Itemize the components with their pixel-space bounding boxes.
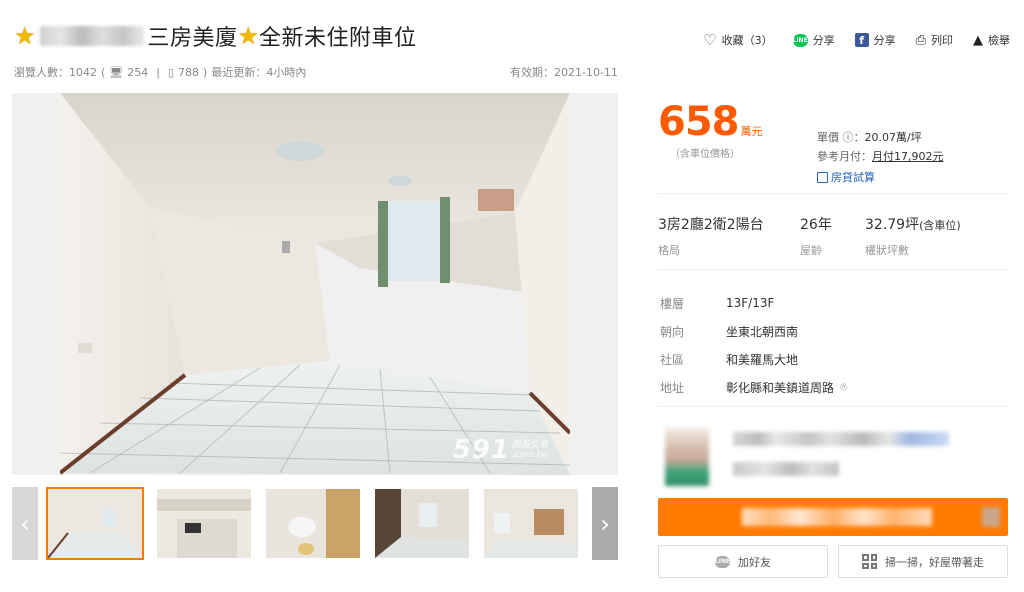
- title-tail: 全新未住附車位: [259, 26, 417, 51]
- thumbnail-image: [375, 489, 469, 558]
- thumbnail-2[interactable]: [155, 487, 253, 560]
- line-icon: LINE: [715, 555, 730, 568]
- print-label: 列印: [931, 34, 953, 47]
- thumbnail-image: [266, 489, 360, 558]
- heart-icon: ♡: [703, 31, 717, 49]
- price-note: （含車位價格）: [670, 149, 740, 160]
- thumbnail-image: [484, 489, 578, 558]
- expire-date: 有效期：2021-10-11: [510, 66, 618, 79]
- fact-age: 26年 屋齡: [800, 217, 832, 257]
- detail-floor: 樓層 13F/13F: [660, 296, 775, 311]
- listing-title: ★ 三房美廈 ★ 全新未住附車位: [14, 20, 417, 52]
- warning-icon: ▲: [973, 32, 983, 48]
- calculator-icon: [817, 172, 828, 183]
- thumbnail-5[interactable]: [482, 487, 580, 560]
- star-icon: ★: [237, 22, 260, 50]
- blurred-phone-number: [742, 508, 932, 526]
- detail-address: 地址 彰化縣和美鎮道周路 ⌾: [660, 379, 848, 395]
- star-icon: ★: [14, 22, 36, 50]
- printer-icon: ⎙: [915, 32, 926, 48]
- mobile-views: 788: [178, 65, 200, 79]
- fb-share-label: 分享: [873, 34, 896, 47]
- blurred-phone-icon: [982, 507, 1000, 527]
- facebook-share-button[interactable]: f 分享: [854, 32, 896, 48]
- chevron-left-icon: ‹: [20, 509, 30, 538]
- line-icon: LINE: [793, 33, 808, 47]
- loan-calculator-link[interactable]: 房貸試算: [817, 168, 944, 187]
- divider: [658, 406, 1008, 407]
- thumbnail-strip: ‹ ›: [12, 487, 618, 560]
- line-share-label: 分享: [812, 34, 835, 47]
- detail-community: 社區 和美羅馬大地: [660, 352, 799, 367]
- action-bar: ♡ 收藏（3） LINE 分享 f 分享 ⎙ 列印 ▲ 檢舉: [703, 31, 1010, 49]
- favorite-button[interactable]: ♡ 收藏（3）: [703, 31, 772, 49]
- main-photo[interactable]: 591 房屋交易 .com.tw: [12, 93, 618, 475]
- facebook-icon: f: [854, 33, 869, 47]
- report-label: 檢舉: [988, 34, 1010, 47]
- unit-price-block: 單價 ⓘ：20.07萬/坪 參考月付：月付17,902元 房貸試算: [817, 128, 944, 187]
- thumbnail-4[interactable]: [373, 487, 471, 560]
- line-share-button[interactable]: LINE 分享: [793, 32, 835, 48]
- key-facts: 3房2廳2衛2陽台 格局 26年 屋齡 32.79坪(含車位) 權狀坪數: [658, 214, 961, 258]
- blurred-agent-company: [733, 462, 839, 476]
- contact-phone-button[interactable]: [658, 498, 1008, 536]
- last-updated: 最近更新：4小時內: [211, 66, 307, 79]
- fact-area: 32.79坪(含車位) 權狀坪數: [865, 217, 961, 257]
- desktop-icon: 🖥: [109, 65, 124, 79]
- price-value: 658: [658, 99, 739, 145]
- add-friend-button[interactable]: LINE 加好友: [658, 545, 828, 578]
- detail-orientation: 朝向 坐東北朝西南: [660, 324, 799, 339]
- fact-layout: 3房2廳2衛2陽台 格局: [658, 217, 764, 257]
- brand-watermark: 591 房屋交易 .com.tw: [452, 435, 548, 465]
- thumbnail-1[interactable]: [46, 487, 144, 560]
- detail-list: 樓層 13F/13F 朝向 坐東北朝西南 社區 和美羅馬大地 地址 彰化縣和美鎮…: [660, 289, 847, 401]
- print-button[interactable]: ⎙ 列印: [916, 32, 953, 48]
- mobile-icon: ▯: [167, 65, 175, 79]
- chevron-right-icon: ›: [600, 509, 610, 538]
- unit-price: 20.07萬/坪: [864, 131, 922, 144]
- desktop-views: 254: [127, 65, 149, 79]
- agent-avatar: [665, 428, 709, 486]
- room-photo: [60, 93, 570, 475]
- thumbnail-image: [157, 489, 251, 558]
- blurred-agent-name: [733, 432, 949, 446]
- qr-code-icon: [862, 554, 877, 569]
- thumbnail-image: [48, 489, 142, 558]
- map-pin-icon[interactable]: ⌾: [840, 380, 847, 395]
- next-photo-button[interactable]: ›: [592, 487, 618, 560]
- scan-qr-button[interactable]: 掃一掃，好屋帶著走: [838, 545, 1008, 578]
- views-count: 瀏覽人數：1042: [14, 66, 97, 79]
- monthly-payment-link[interactable]: 月付17,902元: [872, 150, 944, 163]
- title-main: 三房美廈: [147, 26, 238, 51]
- price-block: 658 萬元 （含車位價格）: [658, 101, 763, 160]
- stats-divider: |: [156, 65, 160, 79]
- prev-photo-button[interactable]: ‹: [12, 487, 38, 560]
- thumbnail-3[interactable]: [264, 487, 362, 560]
- divider: [658, 193, 1008, 194]
- price-unit: 萬元: [740, 125, 763, 138]
- view-stats: 瀏覽人數：1042 ( 🖥 254 | ▯ 788 ) 最近更新：4小時內: [14, 65, 307, 80]
- blurred-title-segment: [39, 26, 144, 46]
- favorite-label: 收藏（3）: [721, 34, 773, 47]
- divider: [658, 269, 1008, 270]
- report-button[interactable]: ▲ 檢舉: [973, 32, 1010, 48]
